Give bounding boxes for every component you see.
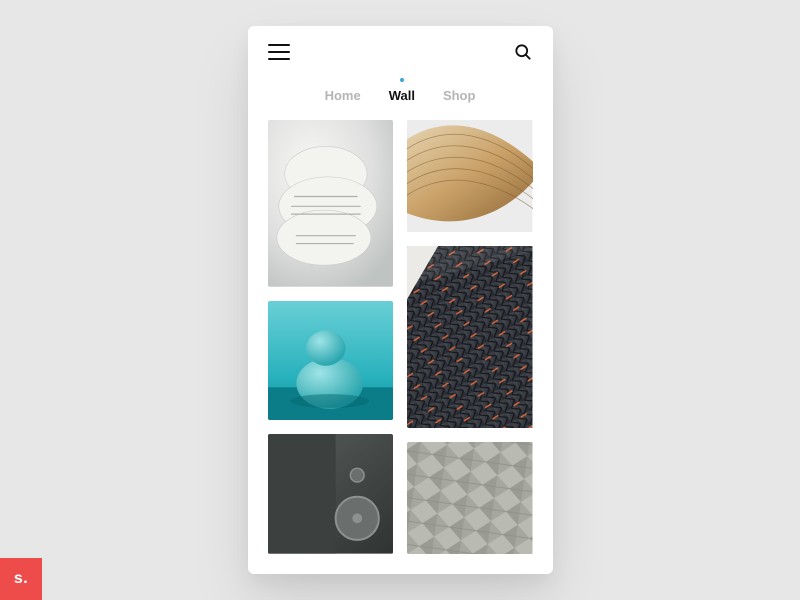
brand-label: s.	[14, 570, 28, 588]
tab-label: Home	[325, 88, 361, 103]
brand-badge: s.	[0, 558, 42, 600]
active-dot-icon	[400, 78, 404, 82]
gallery-tile[interactable]	[268, 434, 394, 554]
gallery-tile[interactable]	[407, 120, 533, 232]
gallery-tile[interactable]	[407, 442, 533, 554]
search-icon[interactable]	[513, 42, 533, 62]
gallery-tile[interactable]	[268, 301, 394, 421]
gallery-grid	[248, 120, 553, 574]
tab-shop[interactable]: Shop	[443, 78, 476, 103]
grid-column-right	[407, 120, 533, 554]
tab-label: Wall	[389, 88, 415, 103]
gallery-tile[interactable]	[268, 120, 394, 287]
tab-home[interactable]: Home	[325, 78, 361, 103]
tab-bar: Home Wall Shop	[248, 78, 553, 120]
top-bar	[248, 26, 553, 78]
gallery-tile[interactable]	[407, 246, 533, 428]
tab-wall[interactable]: Wall	[389, 78, 415, 103]
tab-label: Shop	[443, 88, 476, 103]
app-window: Home Wall Shop	[248, 26, 553, 574]
grid-column-left	[268, 120, 394, 554]
menu-icon[interactable]	[268, 44, 290, 60]
